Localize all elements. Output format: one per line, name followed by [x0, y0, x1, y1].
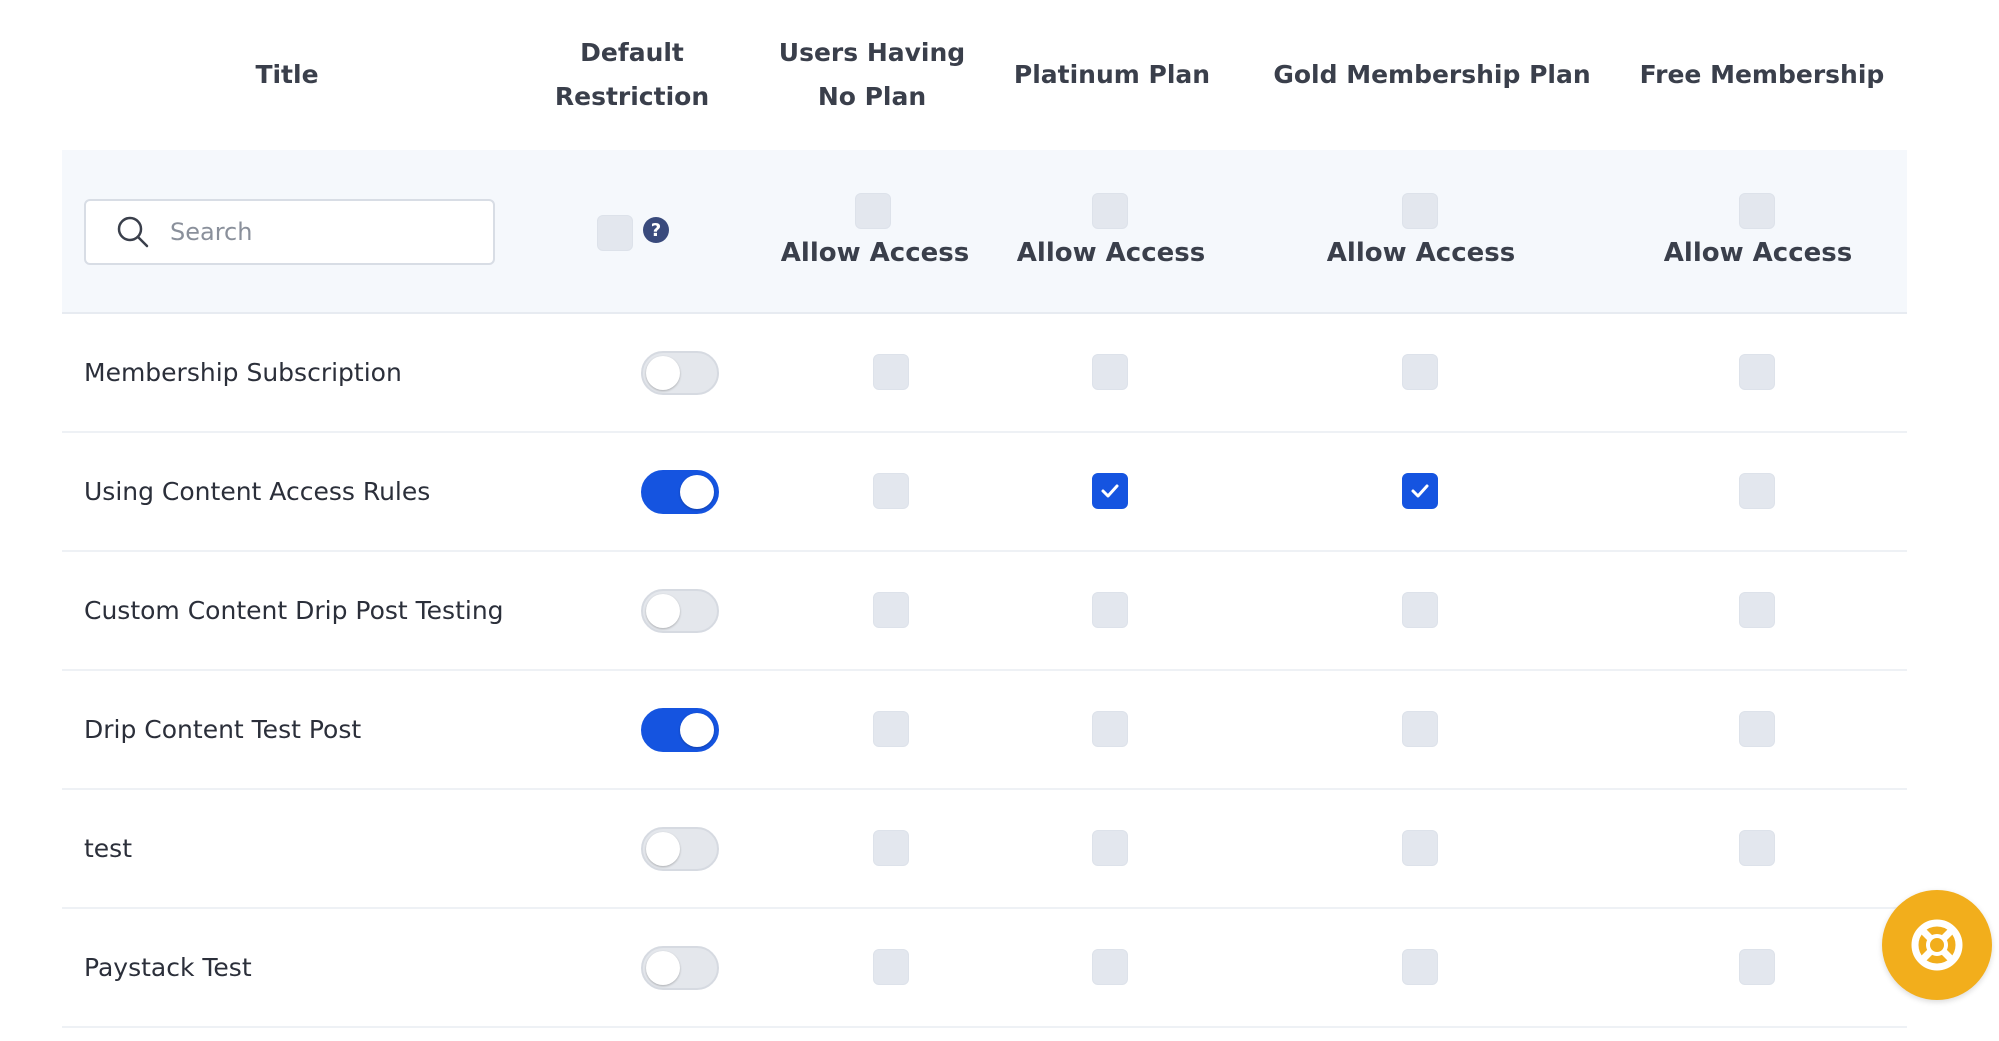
table-row: Paystack Test [62, 909, 1907, 1028]
table-row: Custom Content Drip Post Testing [62, 552, 1907, 671]
column-label-line2: Restriction [554, 82, 710, 111]
checkmark-icon [1101, 484, 1119, 498]
gold-checkbox[interactable] [1402, 592, 1438, 628]
platinum-checkbox[interactable] [1092, 711, 1128, 747]
column-label-line2: No Plan [817, 82, 927, 111]
table-header: Title Default Restriction Users Having N… [62, 0, 1907, 150]
free-checkbox[interactable] [1739, 592, 1775, 628]
users-no-plan-allow-access-label: Allow Access [780, 238, 970, 268]
filter-row: ? Allow Access Allow Access Allow Access… [62, 150, 1907, 314]
users-no-plan-checkbox[interactable] [873, 592, 909, 628]
users-no-plan-checkbox[interactable] [873, 354, 909, 390]
column-header-free: Free Membership [1622, 0, 1902, 150]
default-restriction-toggle[interactable] [641, 946, 719, 990]
help-icon[interactable]: ? [643, 217, 669, 243]
toggle-knob [646, 356, 680, 390]
users-no-plan-checkbox[interactable] [873, 830, 909, 866]
platinum-checkbox[interactable] [1092, 592, 1128, 628]
toggle-knob [680, 713, 714, 747]
platinum-checkbox[interactable] [1092, 354, 1128, 390]
column-label-line1: Default [580, 38, 684, 67]
gold-allow-access-checkbox[interactable] [1402, 193, 1438, 229]
column-header-users-no-plan: Users Having No Plan [772, 0, 972, 150]
gold-allow-access-label: Allow Access [1326, 238, 1516, 268]
toggle-knob [646, 832, 680, 866]
column-header-default-restriction: Default Restriction [532, 0, 732, 150]
gold-checkbox[interactable] [1402, 354, 1438, 390]
column-header-platinum: Platinum Plan [1002, 0, 1222, 150]
table-row: Using Content Access Rules [62, 433, 1907, 552]
default-restriction-toggle[interactable] [641, 470, 719, 514]
table-row: test [62, 790, 1907, 909]
platinum-allow-access-label: Allow Access [1016, 238, 1206, 268]
gold-checkbox[interactable] [1402, 473, 1438, 509]
gold-checkbox[interactable] [1402, 711, 1438, 747]
column-title-label: Title [255, 60, 319, 89]
toggle-knob [646, 951, 680, 985]
toggle-knob [646, 594, 680, 628]
content-restriction-page: Title Default Restriction Users Having N… [0, 0, 1999, 1041]
platinum-checkbox[interactable] [1092, 473, 1128, 509]
free-checkbox[interactable] [1739, 711, 1775, 747]
users-no-plan-checkbox[interactable] [873, 473, 909, 509]
platinum-checkbox[interactable] [1092, 949, 1128, 985]
free-allow-access-label: Allow Access [1663, 238, 1853, 268]
search-icon [117, 216, 149, 248]
default-restriction-toggle[interactable] [641, 589, 719, 633]
default-restriction-toggle[interactable] [641, 708, 719, 752]
checkmark-icon [1411, 484, 1429, 498]
search-field[interactable] [84, 199, 495, 265]
row-title: Membership Subscription [84, 358, 402, 387]
table-row: Drip Content Test Post [62, 671, 1907, 790]
support-fab-button[interactable] [1882, 890, 1992, 1000]
users-no-plan-checkbox[interactable] [873, 949, 909, 985]
column-header-gold: Gold Membership Plan [1252, 0, 1612, 150]
default-restriction-toggle[interactable] [641, 351, 719, 395]
row-title: Paystack Test [84, 953, 252, 982]
column-platinum-label: Platinum Plan [1013, 60, 1211, 89]
free-checkbox[interactable] [1739, 830, 1775, 866]
platinum-allow-access-checkbox[interactable] [1092, 193, 1128, 229]
column-gold-label: Gold Membership Plan [1273, 60, 1591, 89]
column-free-label: Free Membership [1639, 60, 1885, 89]
row-title: Using Content Access Rules [84, 477, 431, 506]
free-checkbox[interactable] [1739, 354, 1775, 390]
column-header-title: Title [102, 0, 472, 150]
users-no-plan-allow-access-checkbox[interactable] [855, 193, 891, 229]
platinum-checkbox[interactable] [1092, 830, 1128, 866]
users-no-plan-checkbox[interactable] [873, 711, 909, 747]
row-title: Custom Content Drip Post Testing [84, 596, 504, 625]
free-allow-access-checkbox[interactable] [1739, 193, 1775, 229]
lifebuoy-icon [1911, 919, 1963, 971]
column-label-line1: Users Having [778, 38, 966, 67]
row-title: test [84, 834, 133, 863]
toggle-knob [680, 475, 714, 509]
table-row: Membership Subscription [62, 314, 1907, 433]
default-restriction-select-all-checkbox[interactable] [597, 215, 633, 251]
free-checkbox[interactable] [1739, 949, 1775, 985]
search-input[interactable] [170, 218, 490, 246]
row-title: Drip Content Test Post [84, 715, 362, 744]
free-checkbox[interactable] [1739, 473, 1775, 509]
gold-checkbox[interactable] [1402, 949, 1438, 985]
gold-checkbox[interactable] [1402, 830, 1438, 866]
default-restriction-toggle[interactable] [641, 827, 719, 871]
